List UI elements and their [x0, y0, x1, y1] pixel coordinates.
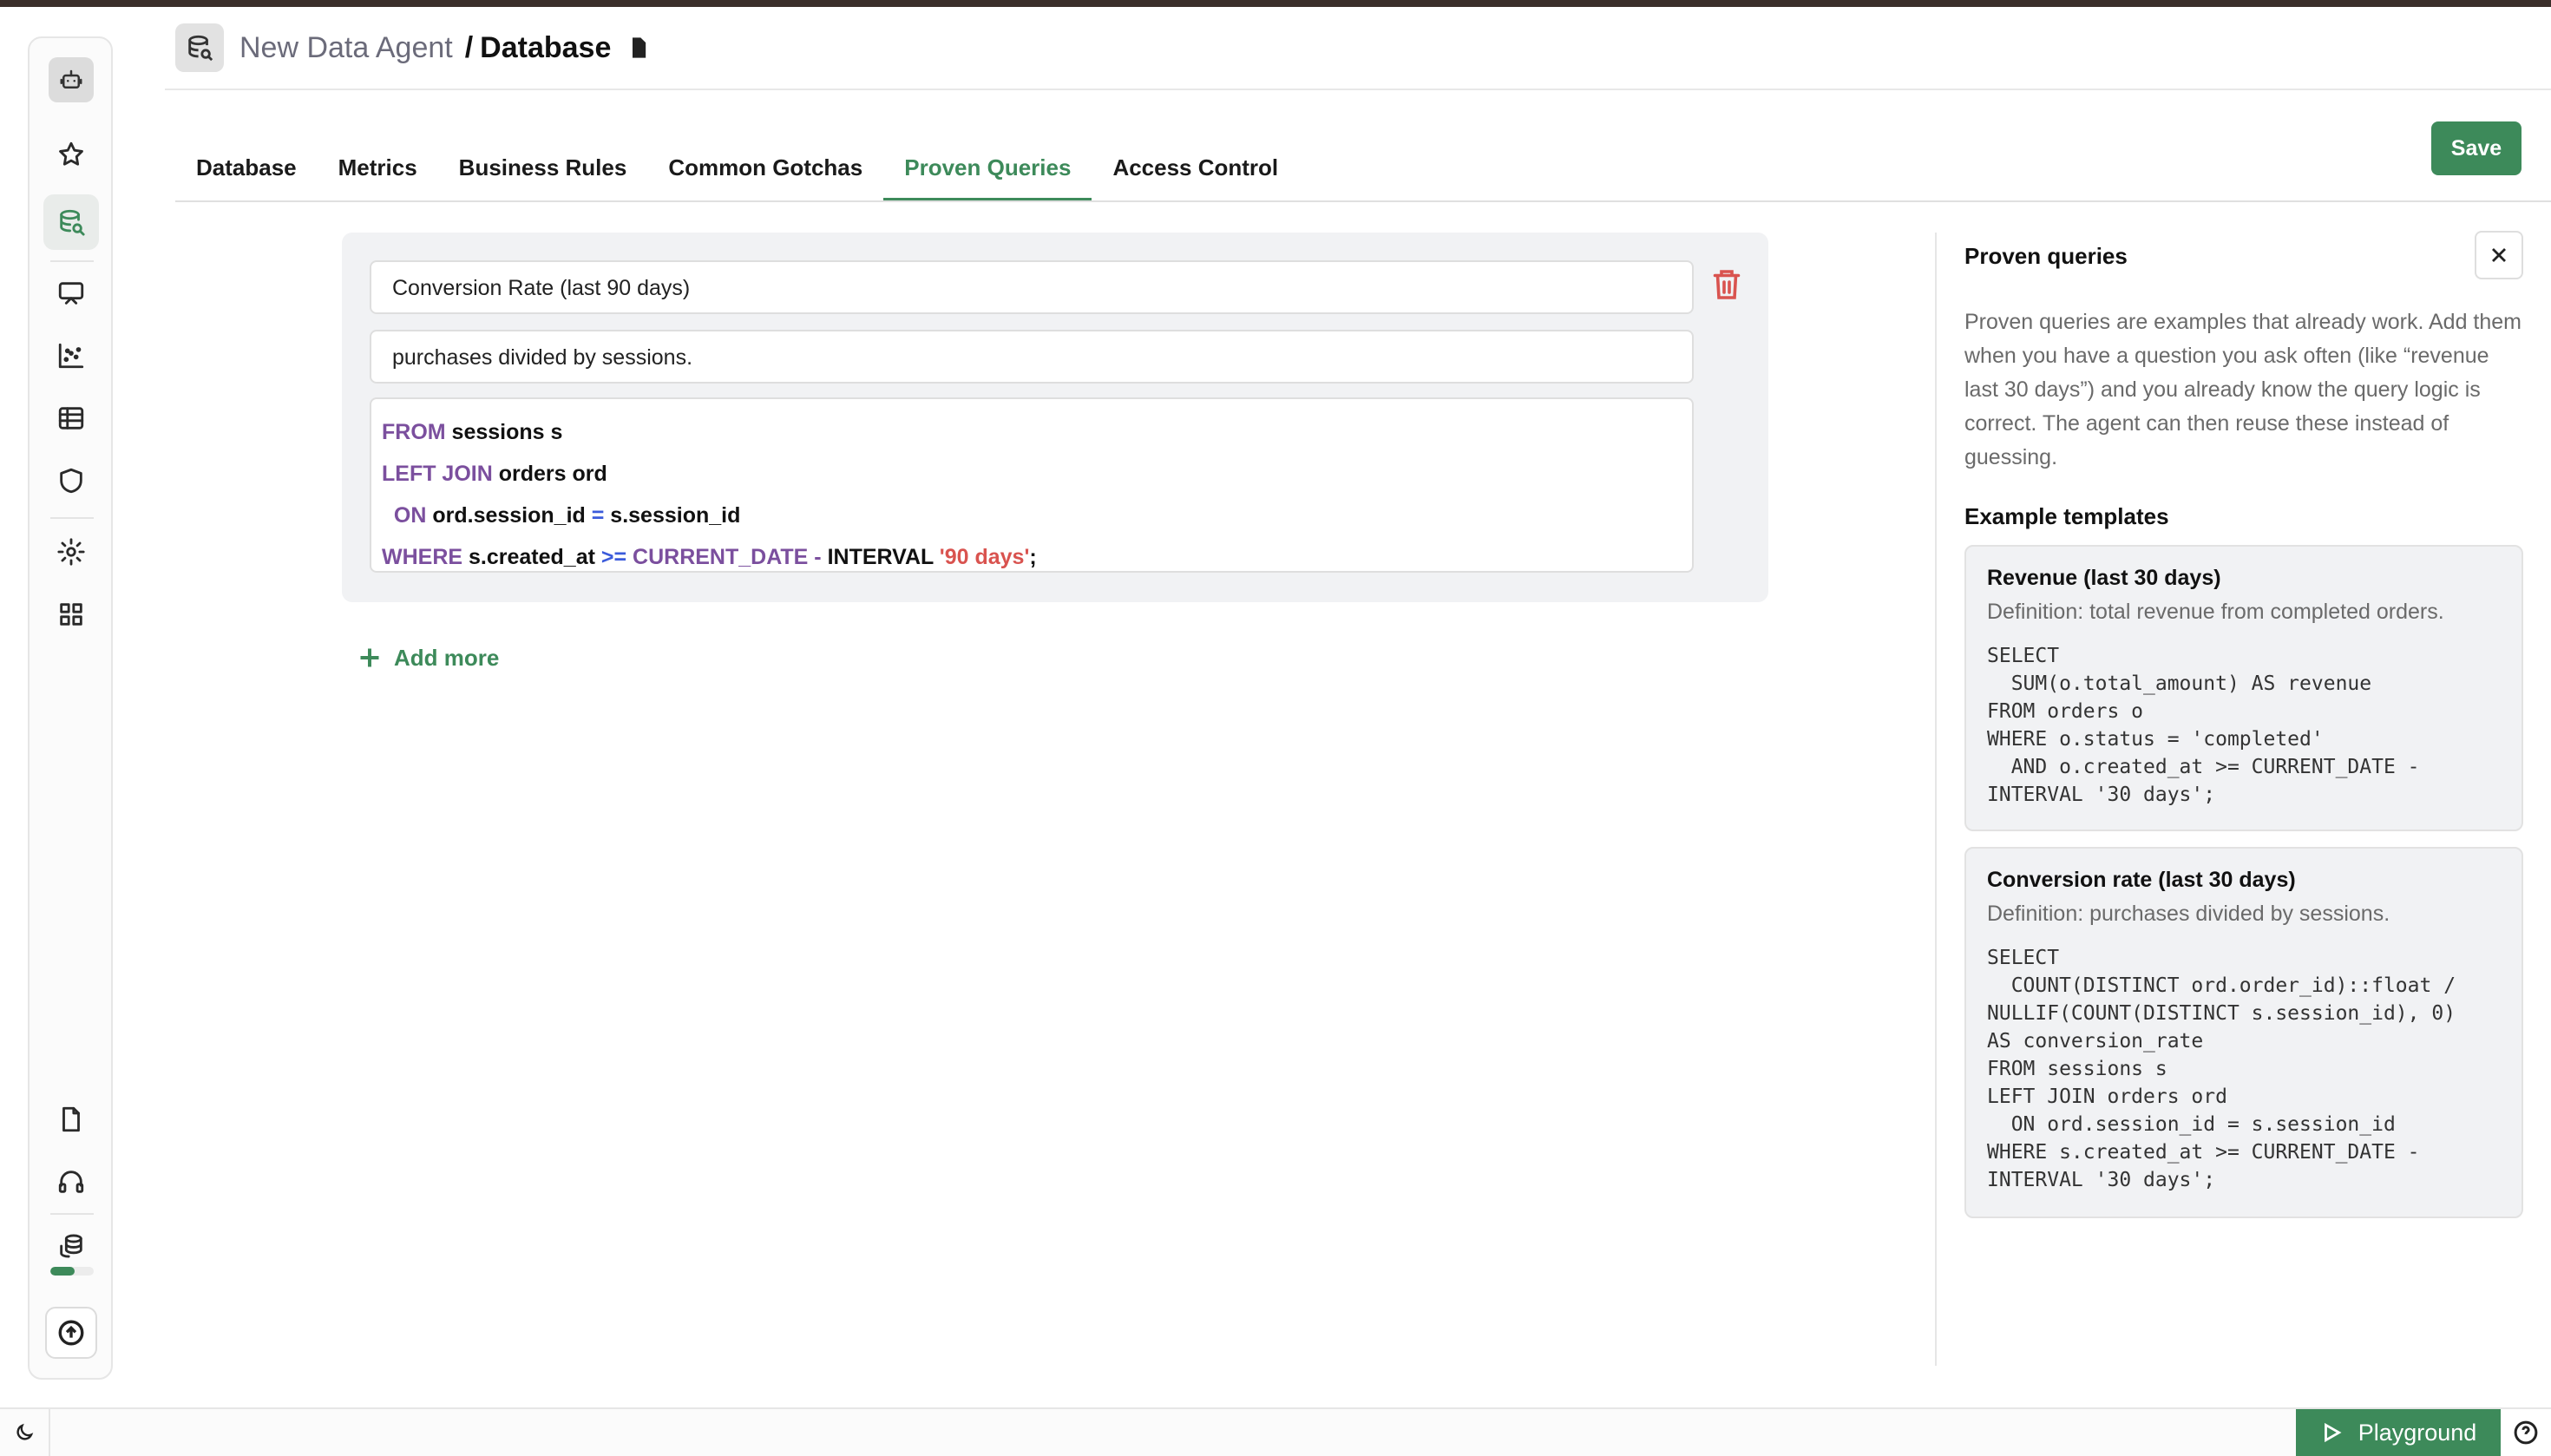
tab-common-gotchas[interactable]: Common Gotchas	[647, 139, 883, 201]
sql-token: ;	[1029, 545, 1037, 569]
star-icon[interactable]	[43, 127, 99, 182]
shield-icon[interactable]	[43, 453, 99, 508]
sql-token: '90 days'	[939, 545, 1030, 569]
sql-token: orders ord	[492, 462, 607, 486]
tab-proven-queries[interactable]: Proven Queries	[883, 139, 1092, 201]
plus-icon	[360, 648, 379, 667]
sidebar	[28, 36, 113, 1380]
presentation-icon[interactable]	[43, 266, 99, 321]
sql-line: WHERE s.created_at >= CURRENT_DATE - INT…	[382, 536, 1682, 578]
top-accent-strip	[0, 0, 2551, 7]
sql-token: sessions s	[445, 420, 563, 444]
tab-database[interactable]: Database	[175, 139, 318, 201]
database-search-icon[interactable]	[43, 194, 99, 250]
sql-token: WHERE	[382, 545, 463, 569]
tab-bar: Database Metrics Business Rules Common G…	[175, 139, 1299, 201]
tab-access-control[interactable]: Access Control	[1092, 139, 1299, 201]
sql-line: ON ord.session_id = s.session_id	[382, 495, 1682, 536]
tab-metrics[interactable]: Metrics	[318, 139, 438, 201]
sql-line: LEFT JOIN orders ord	[382, 453, 1682, 495]
bottom-bar	[0, 1407, 2551, 1456]
template-title: Conversion rate (last 30 days)	[1987, 868, 2296, 892]
sql-token: ord.session_id	[426, 503, 592, 528]
sql-token: s.session_id	[604, 503, 741, 528]
robot-icon[interactable]	[49, 57, 94, 102]
template-definition: Definition: purchases divided by session…	[1987, 902, 2390, 926]
tabs-divider	[175, 200, 2551, 202]
document-icon[interactable]	[43, 1092, 99, 1147]
add-more-label: Add more	[394, 644, 500, 671]
help-icon[interactable]	[2501, 1409, 2551, 1456]
moon-icon[interactable]	[0, 1409, 50, 1456]
panel-description: Proven queries are examples that already…	[1964, 310, 2522, 469]
sidebar-divider	[50, 517, 94, 519]
sql-token: >=	[600, 545, 627, 569]
playground-button[interactable]: Playground	[2296, 1409, 2501, 1456]
playground-label: Playground	[2358, 1419, 2477, 1446]
sidebar-divider	[50, 1213, 94, 1215]
page-title: Database	[480, 30, 612, 64]
document-icon[interactable]	[626, 36, 651, 60]
add-more-button[interactable]: Add more	[357, 640, 499, 675]
template-code: SELECT SUM(o.total_amount) AS revenue FR…	[1987, 645, 2420, 806]
sql-editor[interactable]: FROM sessions s LEFT JOIN orders ord ON o…	[370, 397, 1694, 573]
tab-business-rules[interactable]: Business Rules	[438, 139, 648, 201]
example-template-card: Conversion rate (last 30 days) Definitio…	[1964, 847, 2523, 1218]
sql-token: LEFT JOIN	[382, 462, 493, 486]
trash-icon[interactable]	[1711, 267, 1742, 302]
help-panel: Proven queries Proven queries are exampl…	[1964, 231, 2523, 1218]
sql-token: INTERVAL	[821, 545, 940, 569]
sql-token: CURRENT_DATE -	[626, 545, 822, 569]
breadcrumb-agent-name[interactable]: New Data Agent	[239, 31, 453, 65]
grid-icon[interactable]	[43, 587, 99, 642]
sql-token: ON	[382, 503, 427, 528]
close-icon[interactable]	[2475, 231, 2523, 279]
sql-token: FROM	[382, 420, 446, 444]
headphones-icon[interactable]	[43, 1154, 99, 1210]
template-code: SELECT COUNT(DISTINCT ord.order_id)::flo…	[1987, 947, 2456, 1191]
upload-icon[interactable]	[45, 1307, 97, 1359]
template-definition: Definition: total revenue from completed…	[1987, 600, 2444, 624]
examples-heading: Example templates	[1964, 503, 2169, 529]
usage-progress-bar	[50, 1267, 94, 1276]
query-name-input[interactable]: Conversion Rate (last 90 days)	[370, 260, 1694, 314]
page-header: New Data Agent / Database	[175, 23, 651, 73]
sql-line: FROM sessions s	[382, 411, 1682, 453]
example-template-card: Revenue (last 30 days) Definition: total…	[1964, 545, 2523, 831]
play-icon	[2324, 1422, 2342, 1443]
database-search-icon	[175, 23, 224, 72]
query-definition-input[interactable]: purchases divided by sessions.	[370, 330, 1694, 384]
usage-progress-fill	[50, 1267, 75, 1276]
sidebar-divider	[50, 260, 94, 262]
coins-icon[interactable]	[43, 1218, 99, 1274]
sql-token: s.created_at	[462, 545, 601, 569]
panel-title: Proven queries	[1964, 243, 2128, 269]
panel-divider	[1935, 233, 1937, 1366]
scatter-chart-icon[interactable]	[43, 328, 99, 384]
breadcrumb-separator: /	[464, 30, 474, 64]
save-button[interactable]: Save	[2431, 121, 2521, 175]
header-divider	[165, 89, 2551, 90]
sql-token: =	[591, 503, 605, 528]
gear-icon[interactable]	[43, 524, 99, 580]
template-title: Revenue (last 30 days)	[1987, 566, 2221, 590]
table-icon[interactable]	[43, 390, 99, 446]
proven-query-card: Conversion Rate (last 90 days) purchases…	[342, 233, 1768, 602]
